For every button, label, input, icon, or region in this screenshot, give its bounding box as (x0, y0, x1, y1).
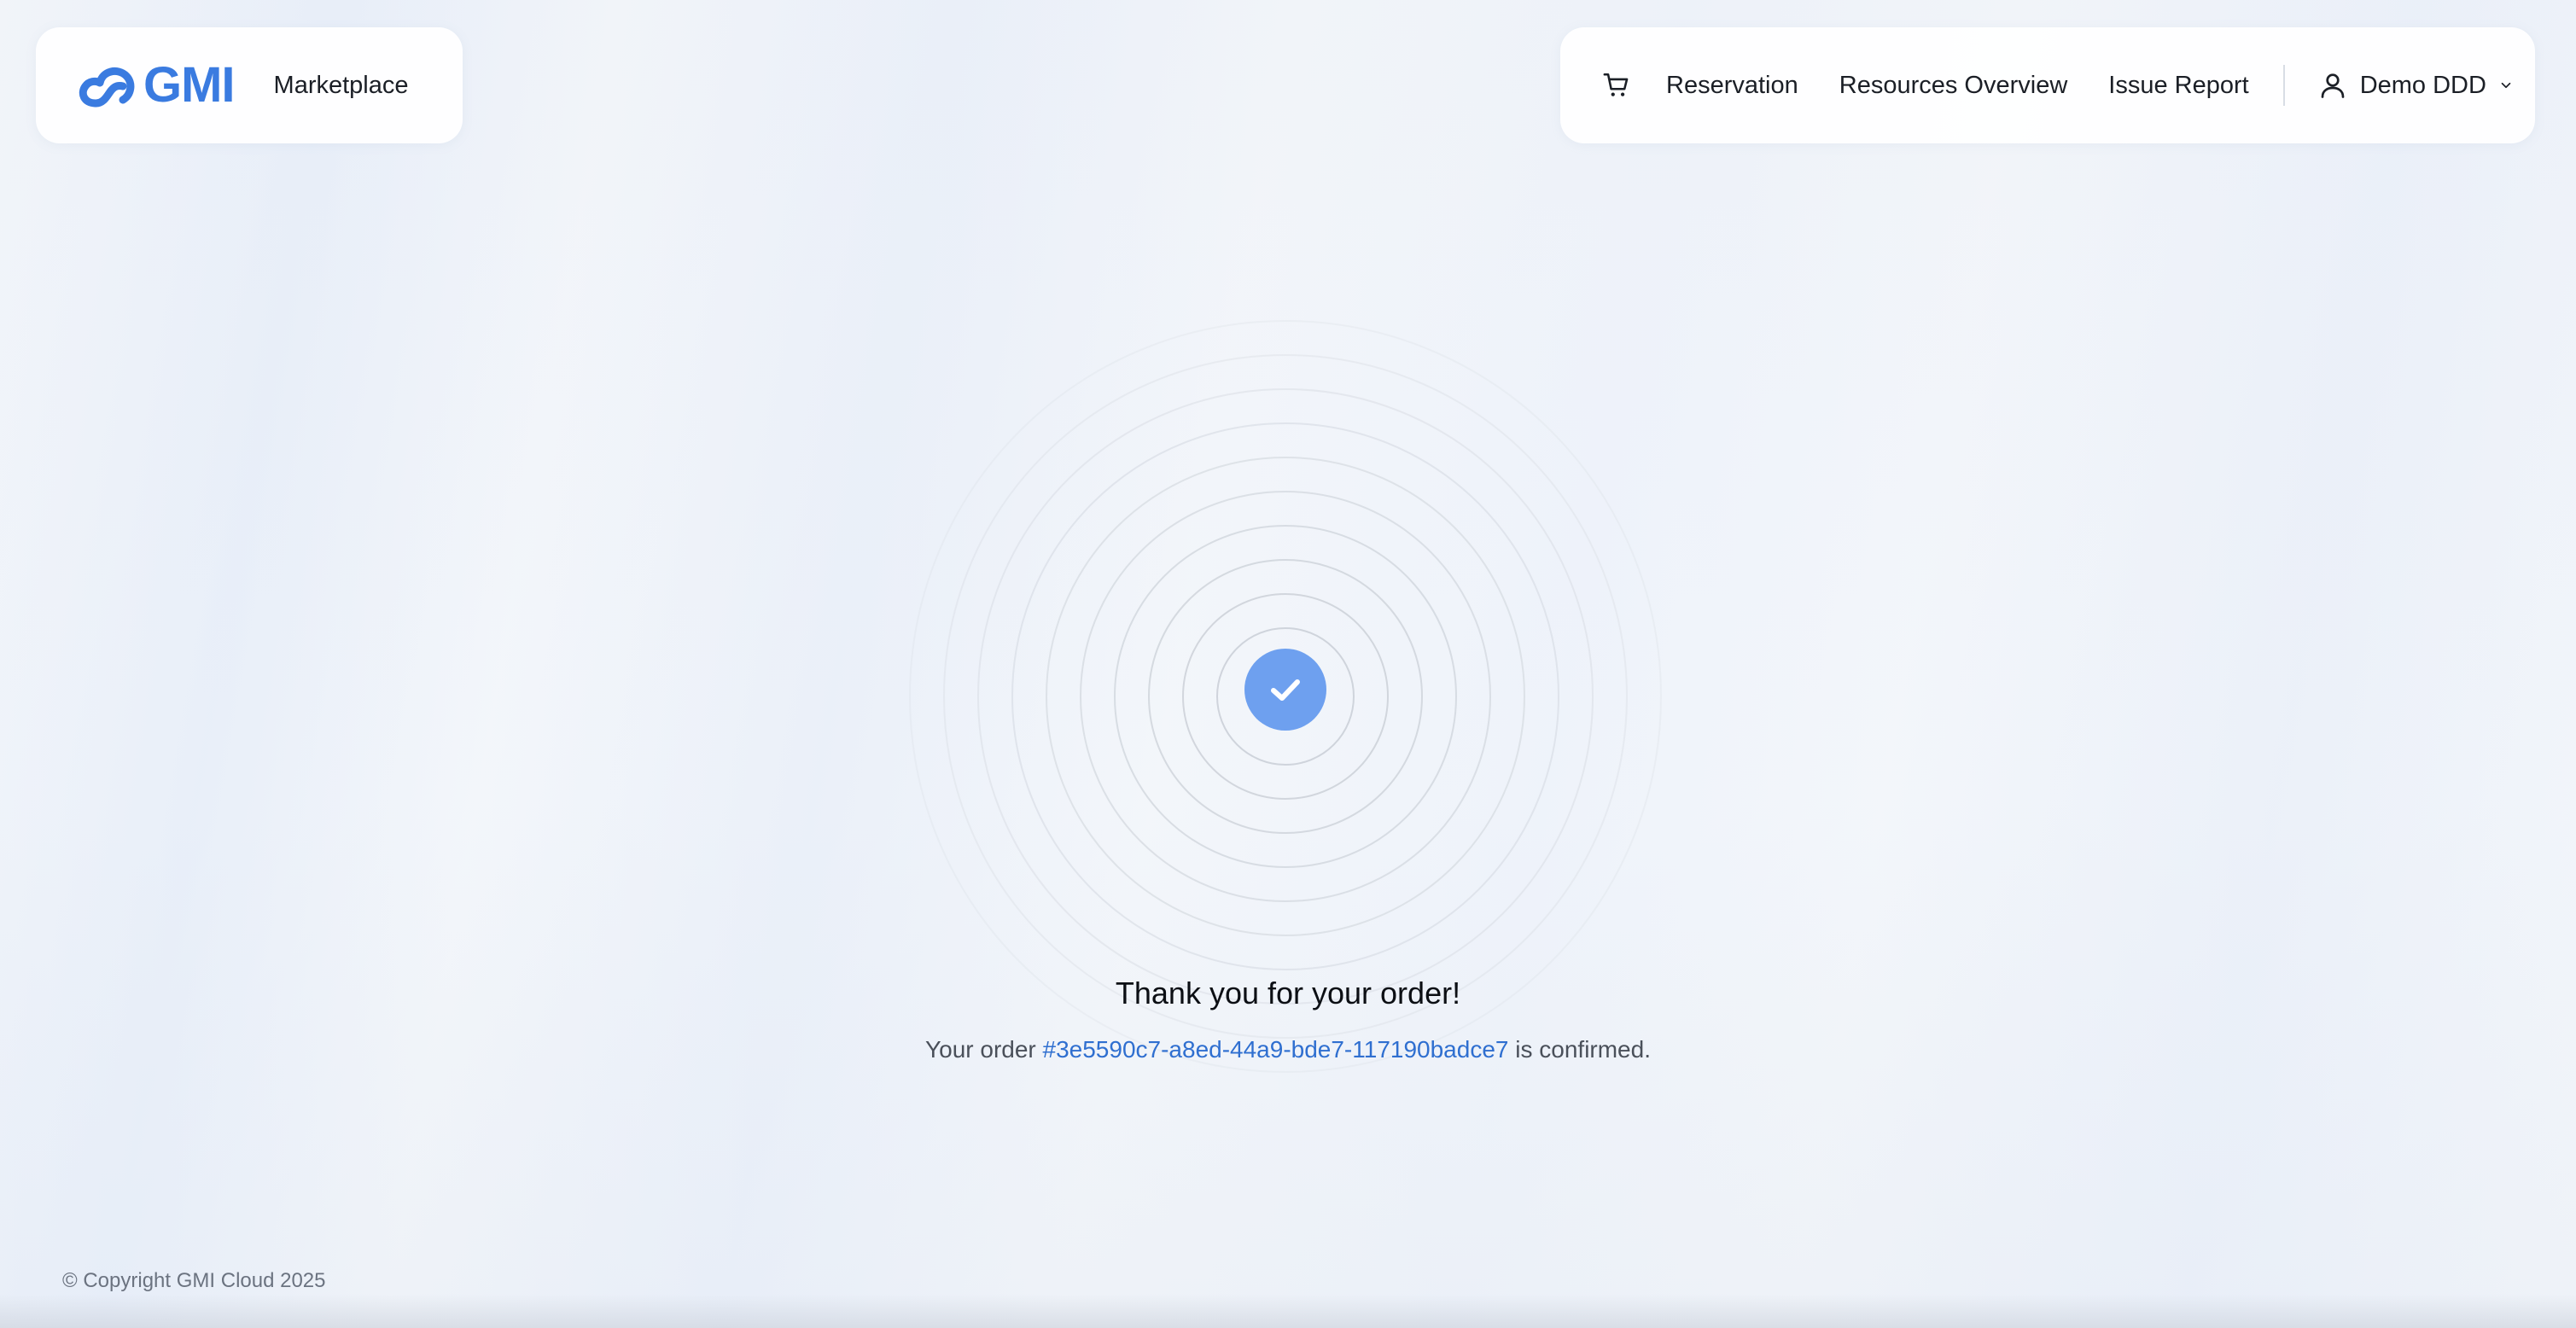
brand-card: GMI Marketplace (36, 27, 463, 143)
chevron-down-icon (2498, 78, 2514, 93)
order-id-link[interactable]: #3e5590c7-a8ed-44a9-bde7-117190badce7 (1043, 1036, 1509, 1063)
bottom-fade (0, 1294, 2576, 1328)
nav-resources-overview[interactable]: Resources Overview (1839, 72, 2068, 100)
nav-issue-report[interactable]: Issue Report (2108, 72, 2248, 100)
confirmation-title: Thank you for your order! (1115, 976, 1461, 1011)
user-icon (2321, 73, 2345, 98)
copyright-text: © Copyright GMI Cloud 2025 (62, 1269, 326, 1292)
success-badge (1244, 649, 1326, 731)
order-prefix: Your order (925, 1036, 1043, 1063)
order-confirmation-text: Your order #3e5590c7-a8ed-44a9-bde7-1171… (0, 1036, 2576, 1063)
order-suffix: is confirmed. (1508, 1036, 1651, 1063)
cart-button[interactable] (1598, 67, 1635, 104)
logo-text: GMI (143, 57, 236, 113)
user-menu[interactable]: Demo DDD (2317, 70, 2514, 101)
gmi-logo[interactable]: GMI (77, 57, 236, 113)
top-nav: Reservation Resources Overview Issue Rep… (1560, 27, 2535, 143)
cart-icon (1603, 73, 1629, 96)
marketplace-link[interactable]: Marketplace (274, 72, 409, 100)
cloud-logo-icon (79, 67, 135, 108)
check-icon (1271, 679, 1300, 701)
nav-reservation[interactable]: Reservation (1666, 72, 1798, 100)
user-name: Demo DDD (2359, 71, 2486, 99)
nav-divider (2282, 65, 2285, 106)
